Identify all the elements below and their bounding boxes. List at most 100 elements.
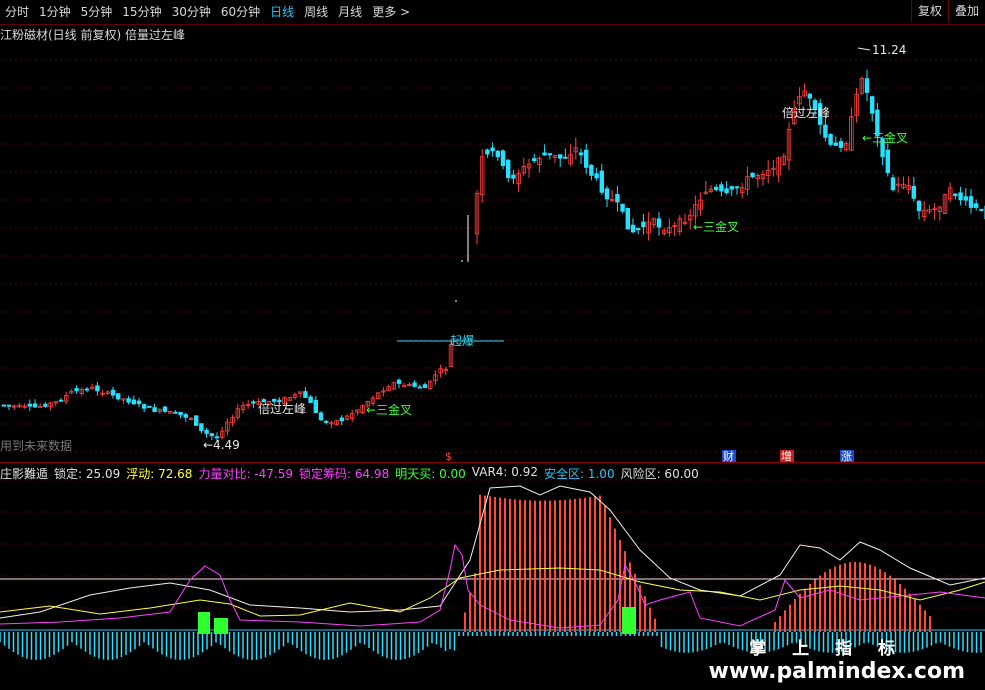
indicator-value-7: 风险区: 60.00 [620,467,699,481]
candle-body [173,411,178,414]
candle-body [968,196,974,208]
candle-body [620,203,625,212]
buy-signal-bar [622,607,636,634]
candle-body [58,399,64,402]
candle-body [974,203,979,208]
candle-body [604,188,610,200]
candle-body [823,124,828,138]
indicator-value-5: VAR4: 0.92 [471,465,538,479]
candle-body [209,433,214,437]
candle-body [563,156,568,159]
candle-body [734,186,740,189]
candle-body [1,404,6,407]
candle-body [594,173,599,179]
candle-body [308,396,313,403]
indicator-value-2: 力量对比: -47.59 [198,467,293,481]
candle-body [599,170,604,193]
candle-body [422,384,428,389]
candle-body [178,411,183,416]
candle-body [625,208,630,230]
candle-body [750,172,755,178]
candle-body [953,193,958,197]
candle-body [963,196,968,201]
candle-body [724,188,729,194]
candle-body [979,208,984,211]
candle-body [43,403,48,407]
candle-body [542,152,547,156]
candle-body [833,142,838,146]
candle-body [183,414,188,418]
indicator-value-1: 浮动: 72.68 [126,467,193,481]
candlestick-chart[interactable]: 倍过左峰 ←三金叉起爆←三金叉倍过左峰←三金叉11.24←4.49$ 财增涨 [0,0,985,690]
buy-signal-bar [198,612,210,634]
candle-body [714,186,719,191]
candle-body [630,224,636,233]
candle-body [584,149,589,168]
future-data-label: 用到未来数据 [0,439,73,453]
annotation-peak-1: 倍过左峰 [258,401,306,416]
annotation-golden-cross-1: ←三金叉 [366,402,412,417]
candle-body [32,403,38,408]
candle-body [74,388,79,392]
candle-body [126,398,131,403]
candle-body [838,141,844,149]
candle-body [141,404,147,409]
candle-body [162,406,168,412]
candle-body [95,385,100,392]
candle-body [532,158,537,162]
candle-body [589,164,594,176]
candle-body [505,159,511,179]
candle-body [558,154,563,159]
low-price-label: ←4.49 [203,438,240,452]
candle-body [485,149,490,155]
indicator-value-0: 锁定: 25.09 [54,467,121,481]
event-marker-finance: 财 [723,449,734,463]
candle-body [885,149,890,174]
candle-body [641,221,646,228]
candle-body [339,417,344,422]
candle-body [511,174,516,179]
candle-body [27,403,32,407]
annotation-golden-cross-2: ←三金叉 [693,219,739,234]
candle-body [890,177,896,191]
candle-body [870,96,875,114]
candle-body [729,186,734,190]
candle-body [958,192,963,201]
candle-body [136,400,142,405]
high-price-label: 11.24 [872,43,906,57]
candle-body [828,134,833,145]
candle-body [656,218,662,228]
event-marker-increase: 增 [781,449,792,463]
candle-body [412,382,417,387]
candle-body [396,379,402,384]
annotation-breakout: 起爆 [450,334,474,348]
indicator-value-3: 锁定筹码: 64.98 [299,467,390,481]
candle-body [131,399,136,405]
candle-body [864,78,870,93]
candle-body [204,429,209,434]
indicator-value-6: 安全区: 1.00 [544,467,615,481]
candle-body [495,150,500,158]
candle-body [84,388,90,391]
candle-body [313,399,318,414]
indicator-header: 庄影難遁 锁定: 25.09 浮动: 72.68 力量对比: -47.59 锁定筹码:… [0,465,699,482]
candle-body [199,423,204,432]
candle-body [251,401,256,404]
indicator-name[interactable]: 庄影難遁 [0,465,48,482]
candle-body [719,184,724,192]
annotation-golden-cross-3: ←三金叉 [862,130,908,145]
candle-body [807,93,812,99]
lock-line [0,485,985,619]
watermark: 掌 上 指 标 www.palmindex.com [709,634,965,684]
candle-body [916,200,922,211]
candle-body [578,152,584,156]
candle-body [401,384,407,387]
candle-body [6,404,12,407]
candle-body [490,147,495,152]
watermark-cn: 掌 上 指 标 [749,639,905,659]
candle-body [152,407,157,413]
candle-body [615,194,620,203]
candle-body [110,389,116,396]
candle-body [417,386,422,389]
candle-body [193,415,199,426]
